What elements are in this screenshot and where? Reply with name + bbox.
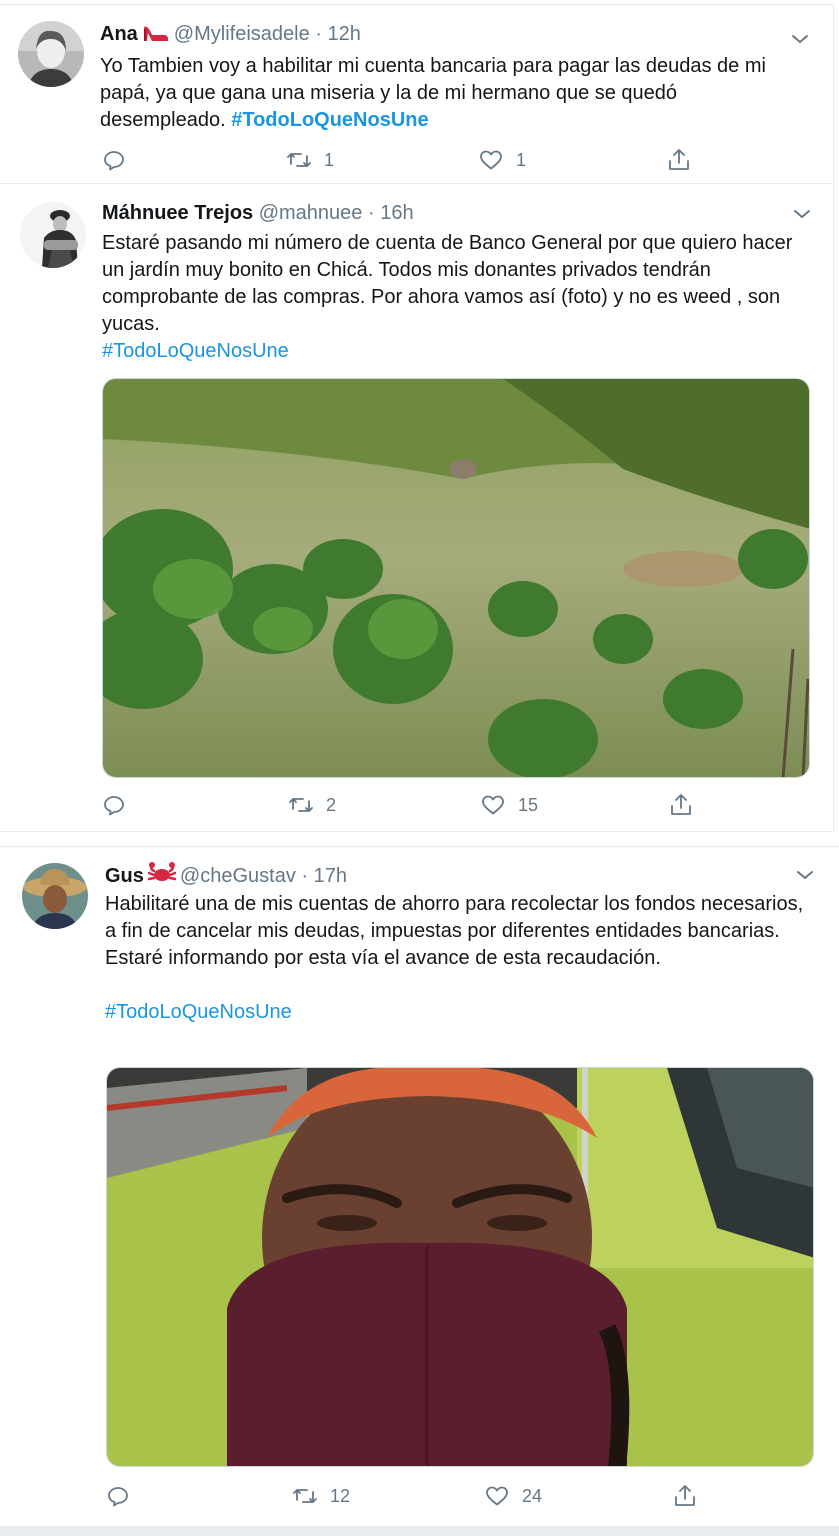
tweet-body: Estaré pasando mi número de cuenta de Ba… bbox=[102, 232, 793, 335]
timeline-bottom-border bbox=[0, 1526, 839, 1536]
timestamp[interactable]: 12h bbox=[328, 23, 361, 45]
share-button[interactable] bbox=[668, 790, 694, 820]
avatar[interactable] bbox=[22, 863, 88, 929]
tweet-body-line1: Habilitaré una de mis cuentas de ahorro … bbox=[105, 893, 804, 942]
retweet-icon bbox=[293, 1489, 317, 1503]
tweet-text: Yo Tambien voy a habilitar mi cuenta ban… bbox=[100, 53, 800, 134]
heart-icon bbox=[480, 150, 502, 170]
masked-selfie-photo bbox=[107, 1068, 813, 1466]
like-button[interactable]: 1 bbox=[478, 145, 526, 175]
handle[interactable]: @Mylifeisadele bbox=[174, 23, 310, 45]
avatar[interactable] bbox=[18, 21, 84, 87]
share-icon bbox=[675, 1485, 695, 1506]
tweet-photo[interactable] bbox=[106, 1067, 814, 1467]
display-name[interactable]: Ana bbox=[100, 23, 138, 45]
yuca-garden-photo bbox=[103, 379, 809, 777]
like-count: 1 bbox=[516, 149, 527, 170]
reply-icon bbox=[104, 151, 124, 171]
chevron-down-icon[interactable] bbox=[793, 863, 817, 887]
handle[interactable]: @cheGustav bbox=[180, 865, 296, 887]
reply-button[interactable] bbox=[102, 790, 138, 820]
display-name[interactable]: Máhnuee Trejos bbox=[102, 202, 253, 224]
tweet-gap bbox=[0, 832, 839, 846]
retweet-button[interactable]: 1 bbox=[286, 145, 334, 175]
chevron-down-icon[interactable] bbox=[790, 202, 814, 226]
tweet-text: Habilitaré una de mis cuentas de ahorro … bbox=[105, 891, 817, 1026]
like-count: 24 bbox=[522, 1485, 543, 1506]
heart-icon bbox=[482, 795, 504, 815]
like-button[interactable]: 24 bbox=[484, 1481, 542, 1511]
retweet-icon bbox=[289, 798, 313, 812]
like-count: 15 bbox=[518, 794, 539, 815]
hashtag-link[interactable]: #TodoLoQueNosUne bbox=[105, 999, 817, 1026]
reply-icon bbox=[108, 1487, 128, 1507]
heart-icon bbox=[486, 1486, 508, 1506]
timestamp[interactable]: 17h bbox=[314, 865, 347, 887]
display-name[interactable]: Gus bbox=[105, 865, 144, 887]
tweet[interactable]: Máhnuee Trejos @mahnuee · 16h Estaré pas… bbox=[0, 184, 834, 832]
retweet-icon bbox=[287, 153, 311, 167]
chevron-down-icon[interactable] bbox=[788, 27, 812, 51]
share-button[interactable] bbox=[672, 1481, 698, 1511]
tweet[interactable]: Gus @cheGustav · 17h Habilitaré una de mi… bbox=[0, 846, 839, 1528]
tweet-photo[interactable] bbox=[102, 378, 810, 778]
reply-icon bbox=[104, 796, 124, 816]
share-icon bbox=[671, 794, 691, 815]
share-icon bbox=[669, 149, 689, 170]
retweet-count: 1 bbox=[324, 149, 335, 170]
tweet-actions: 1 1 bbox=[100, 145, 700, 175]
avatar[interactable] bbox=[20, 202, 86, 268]
retweet-count: 12 bbox=[330, 1485, 351, 1506]
tweet-actions: 2 15 bbox=[102, 790, 702, 820]
tweet-text: Estaré pasando mi número de cuenta de Ba… bbox=[102, 230, 814, 365]
share-button[interactable] bbox=[666, 145, 692, 175]
hashtag-link[interactable]: #TodoLoQueNosUne bbox=[102, 338, 814, 365]
separator-dot: · bbox=[315, 23, 322, 45]
hashtag-link[interactable]: #TodoLoQueNosUne bbox=[231, 109, 428, 131]
tweet-body: Yo Tambien voy a habilitar mi cuenta ban… bbox=[100, 55, 766, 131]
like-button[interactable]: 15 bbox=[480, 790, 538, 820]
retweet-count: 2 bbox=[326, 794, 337, 815]
timestamp[interactable]: 16h bbox=[380, 202, 413, 224]
crab-icon bbox=[147, 861, 177, 892]
reply-button[interactable] bbox=[102, 145, 138, 175]
retweet-button[interactable]: 2 bbox=[288, 790, 336, 820]
tweet[interactable]: Ana @Mylifeisadele · 12h Yo Tambien voy a… bbox=[0, 4, 834, 184]
reply-button[interactable] bbox=[106, 1481, 142, 1511]
tweet-actions: 12 24 bbox=[106, 1481, 706, 1511]
retweet-button[interactable]: 12 bbox=[292, 1481, 350, 1511]
separator-dot: · bbox=[367, 202, 375, 224]
high-heel-icon bbox=[142, 21, 170, 50]
tweet-body-line2: Estaré informando por esta vía el avance… bbox=[105, 947, 661, 969]
separator-dot: · bbox=[301, 865, 309, 887]
handle[interactable]: @mahnuee bbox=[259, 202, 363, 224]
